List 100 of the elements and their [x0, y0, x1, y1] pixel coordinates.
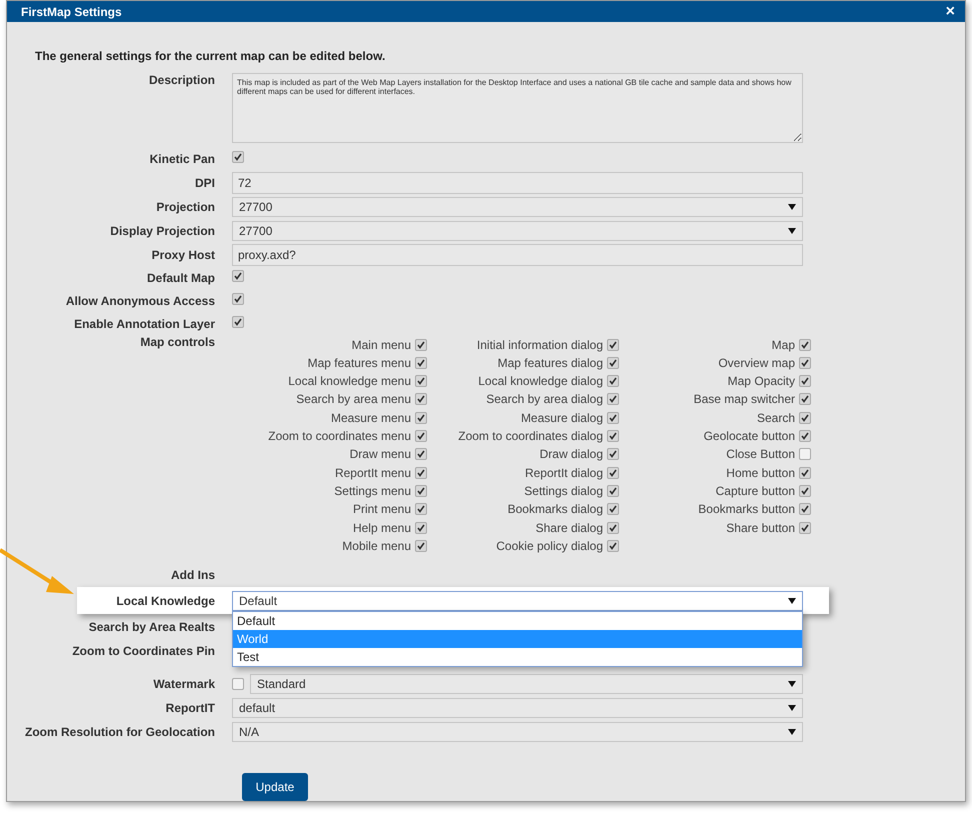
checkbox[interactable]: [799, 430, 811, 442]
input-field[interactable]: 72: [232, 172, 803, 194]
field-label: Map controls: [139, 335, 215, 350]
dropdown-select[interactable]: default: [232, 698, 803, 718]
checkbox[interactable]: [799, 356, 811, 369]
checkbox[interactable]: [607, 522, 619, 534]
checkbox-label: ReportIt menu: [334, 466, 411, 480]
checkbox-label: Search: [756, 410, 795, 425]
dropdown-option[interactable]: Default: [233, 612, 802, 630]
checkbox[interactable]: [799, 522, 811, 534]
checkbox[interactable]: [607, 448, 619, 460]
caret-icon: [788, 680, 796, 686]
checkbox[interactable]: [799, 393, 811, 406]
field-label: Local Knowledge: [115, 594, 215, 608]
checkbox-label: Search by area dialog: [486, 392, 603, 406]
checkbox-label: Bookmarks button: [698, 502, 795, 516]
caret-icon: [788, 598, 796, 604]
checkbox[interactable]: [415, 448, 427, 460]
field-label: Watermark: [152, 676, 215, 690]
checkbox-label: Measure menu: [330, 410, 411, 425]
dropdown-select[interactable]: N/A: [232, 722, 803, 742]
checkbox[interactable]: [799, 375, 811, 388]
update-button[interactable]: Update: [242, 773, 308, 801]
checkbox[interactable]: [799, 338, 811, 351]
checkbox[interactable]: [607, 356, 619, 369]
field-label: ReportIT: [164, 700, 215, 714]
checkbox-label: ReportIt dialog: [524, 466, 603, 480]
close-button[interactable]: ×: [946, 2, 955, 21]
dropdown-select[interactable]: Standard: [250, 674, 803, 694]
checkbox-label: Zoom to coordinates menu: [268, 429, 411, 444]
checkbox[interactable]: [799, 484, 811, 497]
checkbox[interactable]: [415, 412, 427, 424]
checkbox[interactable]: [607, 412, 619, 424]
checkbox[interactable]: [415, 466, 427, 479]
checkbox[interactable]: [232, 150, 244, 163]
field-label: Default Map: [146, 270, 215, 285]
checkbox[interactable]: [799, 448, 811, 460]
checkbox[interactable]: [232, 316, 244, 328]
window-title: FirstMap Settings: [21, 4, 122, 19]
checkbox-label: Base map switcher: [694, 392, 795, 406]
field-label: Display Projection: [109, 224, 215, 238]
dropdown-option[interactable]: Test: [233, 648, 802, 666]
description-field[interactable]: This map is included as part of the Web Map Layers installation for the Desktop Interface and uses a national GB tile cache and sample data and shows how different maps can be used for different interfaces.: [232, 73, 803, 144]
field-label: DPI: [194, 176, 215, 190]
checkbox-label: Share dialog: [536, 520, 603, 535]
checkbox[interactable]: [607, 466, 619, 479]
checkbox[interactable]: [415, 375, 427, 388]
checkbox[interactable]: [607, 393, 619, 406]
checkbox-label: Help menu: [352, 520, 411, 535]
checkbox-label: Local knowledge menu: [288, 374, 411, 388]
intro-text: The general settings for the current map can be edited below.: [35, 49, 386, 64]
caret-icon: [788, 704, 796, 710]
checkbox[interactable]: [607, 375, 619, 388]
checkbox[interactable]: [232, 270, 244, 282]
field-label: Projection: [155, 200, 215, 214]
field-label: Proxy Host: [150, 248, 215, 262]
checkbox[interactable]: [415, 522, 427, 534]
field-label: Kinetic Pan: [148, 152, 215, 166]
checkbox-label: Settings dialog: [524, 484, 603, 498]
checkbox[interactable]: [232, 678, 244, 690]
dropdown-select[interactable]: 27700: [232, 196, 803, 217]
checkbox[interactable]: [607, 338, 619, 351]
caret-icon: [788, 204, 796, 210]
checkbox[interactable]: [607, 484, 619, 497]
checkbox[interactable]: [799, 466, 811, 479]
checkbox[interactable]: [607, 430, 619, 442]
checkbox[interactable]: [607, 540, 619, 552]
checkbox[interactable]: [415, 393, 427, 406]
dropdown-select[interactable]: 27700: [232, 220, 803, 241]
checkbox-label: Settings menu: [334, 484, 411, 498]
checkbox[interactable]: [799, 412, 811, 424]
checkbox-label: Map: [772, 338, 795, 352]
checkbox[interactable]: [607, 503, 619, 516]
checkbox-label: Local knowledge dialog: [478, 374, 603, 388]
checkbox[interactable]: [415, 356, 427, 369]
checkbox-label: Capture button: [716, 484, 795, 498]
checkbox[interactable]: [415, 484, 427, 497]
input-field[interactable]: proxy.axd?: [232, 244, 803, 266]
field-label: Zoom to Coordinates Pin: [71, 644, 215, 658]
checkbox-label: Close Button: [726, 447, 795, 462]
field-label: Allow Anonymous Access: [64, 294, 215, 308]
checkbox-label: Zoom to coordinates dialog: [458, 429, 603, 444]
checkbox-label: Initial information dialog: [476, 338, 603, 352]
dropdown-select[interactable]: Default: [232, 590, 803, 610]
checkbox[interactable]: [415, 503, 427, 516]
checkbox[interactable]: [415, 540, 427, 552]
checkbox-label: Map Opacity: [728, 374, 795, 388]
caret-icon: [788, 228, 796, 234]
checkbox-label: Geolocate button: [704, 429, 795, 444]
checkbox-label: Search by area menu: [296, 392, 411, 406]
section-label: Add Ins: [170, 568, 215, 582]
checkbox[interactable]: [799, 503, 811, 516]
checkbox-label: Bookmarks dialog: [508, 502, 603, 516]
checkbox[interactable]: [415, 338, 427, 351]
checkbox-label: Main menu: [352, 338, 411, 352]
checkbox[interactable]: [232, 292, 244, 305]
checkbox[interactable]: [415, 430, 427, 442]
checkbox-label: Measure dialog: [520, 410, 603, 425]
checkbox-label: Overview map: [718, 356, 795, 370]
field-label: Search by Area Realts: [88, 620, 215, 634]
